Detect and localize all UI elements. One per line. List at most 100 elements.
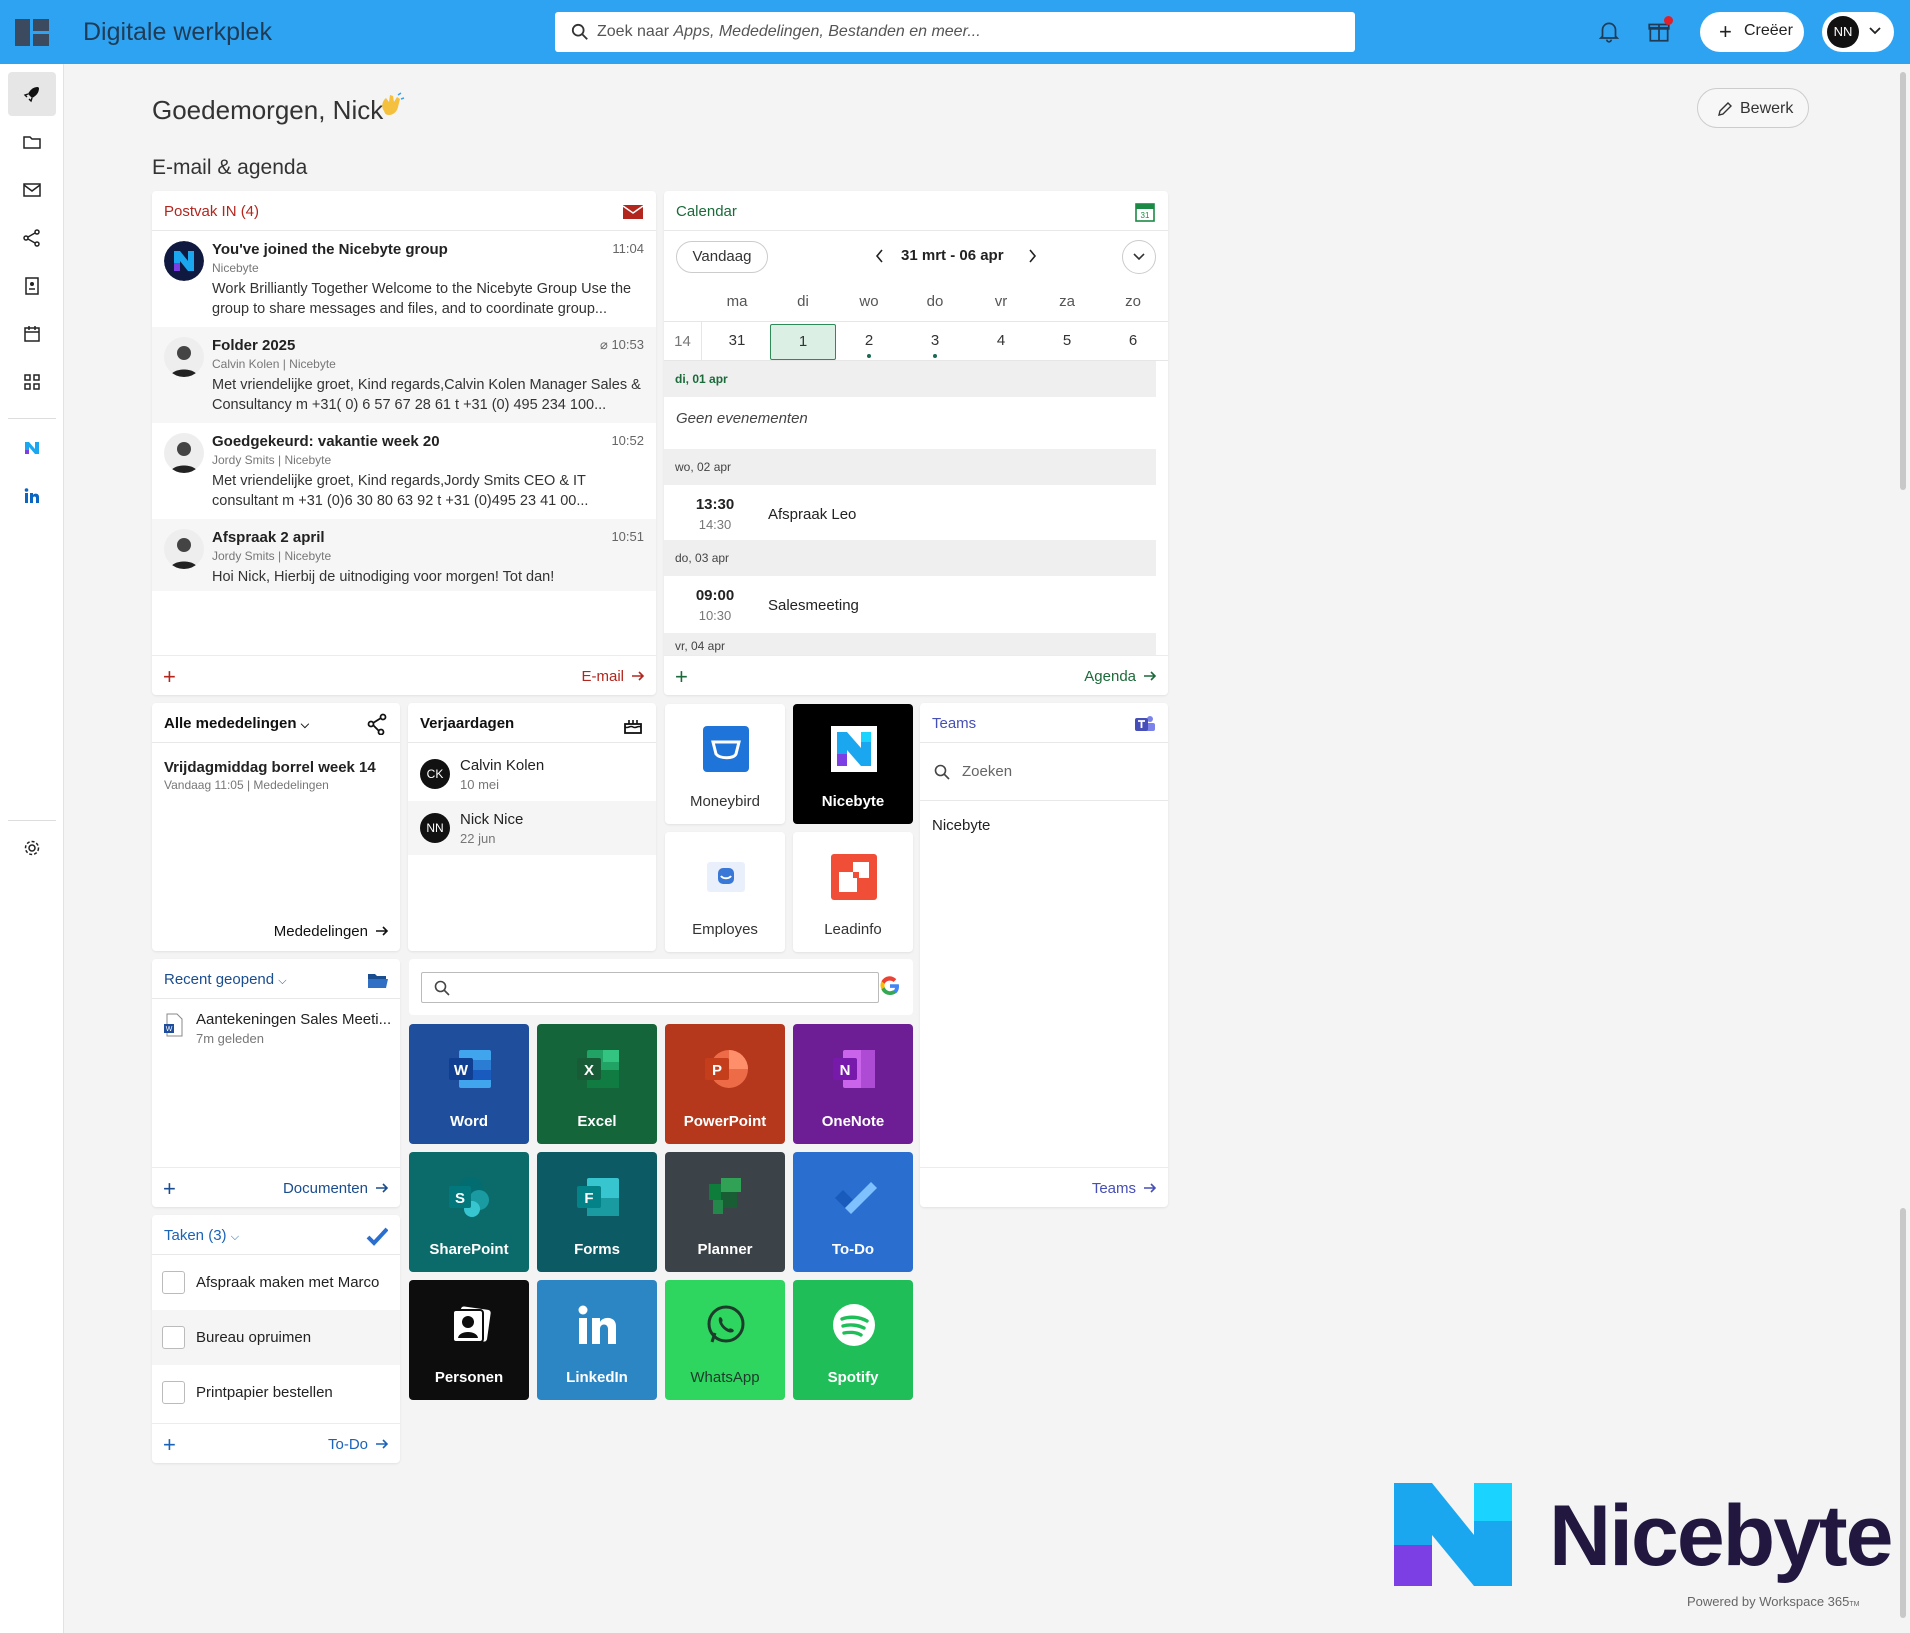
add-task-button[interactable]: + xyxy=(163,1432,176,1458)
week-strip: 14 31 1 2 3 4 5 6 xyxy=(664,321,1168,362)
announcement-title[interactable]: Vrijdagmiddag borrel week 14 xyxy=(164,759,376,776)
rail-item-settings[interactable] xyxy=(8,826,56,870)
event-title[interactable]: Salesmeeting xyxy=(768,597,859,614)
app-tile-people[interactable]: Personen xyxy=(409,1280,529,1400)
rail-item-home[interactable] xyxy=(8,72,56,116)
teams-title[interactable]: Teams xyxy=(932,715,976,732)
app-tile-moneybird[interactable]: Moneybird xyxy=(665,704,785,824)
day-header: do xyxy=(926,293,944,310)
task-checkbox[interactable] xyxy=(162,1381,185,1404)
app-tile-forms[interactable]: F Forms xyxy=(537,1152,657,1272)
email-link[interactable]: E-mail xyxy=(581,668,624,685)
birthday-item[interactable]: CK Calvin Kolen 10 mei xyxy=(408,747,656,801)
todo-link[interactable]: To-Do xyxy=(328,1436,368,1453)
app-tile-spotify[interactable]: Spotify xyxy=(793,1280,913,1400)
google-search-input[interactable] xyxy=(421,972,879,1003)
rail-item-apps[interactable] xyxy=(8,360,56,404)
agenda-link[interactable]: Agenda xyxy=(1084,668,1136,685)
google-icon[interactable] xyxy=(878,974,902,998)
task-name: Bureau opruimen xyxy=(196,1329,312,1346)
arrow-right-icon[interactable] xyxy=(374,923,390,939)
add-mail-button[interactable]: + xyxy=(163,664,176,690)
day-cell[interactable]: 3 xyxy=(902,322,968,362)
app-tile-planner[interactable]: Planner xyxy=(665,1152,785,1272)
chevron-left-icon[interactable] xyxy=(872,247,888,265)
envelope-icon[interactable] xyxy=(622,201,644,223)
task-item[interactable]: Afspraak maken met Marco xyxy=(152,1255,400,1310)
app-tile-sharepoint[interactable]: S SharePoint xyxy=(409,1152,529,1272)
app-tile-nicebyte[interactable]: Nicebyte xyxy=(793,704,913,824)
mail-item[interactable]: Afspraak 2 april 10:51 Jordy Smits | Nic… xyxy=(152,519,656,591)
app-tile-leadinfo[interactable]: Leadinfo xyxy=(793,832,913,952)
rail-item-contacts[interactable] xyxy=(8,264,56,308)
mail-item[interactable]: Folder 2025 ⌀ 10:53 Calvin Kolen | Niceb… xyxy=(152,327,656,423)
rail-item-calendar[interactable] xyxy=(8,312,56,356)
scrollbar[interactable] xyxy=(1900,72,1906,490)
task-item[interactable]: Bureau opruimen xyxy=(152,1310,400,1365)
app-tile-powerpoint[interactable]: P PowerPoint xyxy=(665,1024,785,1144)
arrow-right-icon[interactable] xyxy=(374,1436,390,1452)
task-checkbox[interactable] xyxy=(162,1326,185,1349)
day-cell[interactable]: 2 xyxy=(836,322,902,362)
teams-search-placeholder: Zoeken xyxy=(962,763,1013,780)
app-tile-employes[interactable]: Employes xyxy=(665,832,785,952)
rail-item-linkedin[interactable] xyxy=(8,474,56,518)
document-name[interactable]: Aantekeningen Sales Meeti... xyxy=(196,1011,391,1028)
day-cell[interactable]: 5 xyxy=(1034,322,1100,362)
tasks-title[interactable]: Taken (3) ⌵ xyxy=(164,1227,239,1244)
create-button[interactable]: + Creëer xyxy=(1700,12,1804,52)
rail-item-mail[interactable] xyxy=(8,168,56,212)
user-menu[interactable]: NN xyxy=(1822,12,1894,52)
calendar-title[interactable]: Calendar xyxy=(676,203,737,220)
bell-icon[interactable] xyxy=(1596,18,1622,44)
inbox-title[interactable]: Postvak IN (4) xyxy=(164,203,259,220)
mail-item[interactable]: You've joined the Nicebyte group 11:04 N… xyxy=(152,231,656,327)
day-cell-selected[interactable]: 1 xyxy=(770,324,836,360)
rail-item-files[interactable] xyxy=(8,120,56,164)
teams-icon[interactable] xyxy=(1134,713,1156,735)
teams-search-input[interactable]: Zoeken xyxy=(920,743,1168,801)
rail-item-share[interactable] xyxy=(8,216,56,260)
event-title[interactable]: Afspraak Leo xyxy=(768,506,856,523)
onenote-icon: N xyxy=(833,1050,875,1088)
scrollbar[interactable] xyxy=(1900,1208,1906,1618)
add-document-button[interactable]: + xyxy=(163,1176,176,1202)
avatar: NN xyxy=(1827,16,1859,48)
checkmark-icon[interactable] xyxy=(366,1225,388,1247)
calendar-icon[interactable]: 31 xyxy=(1134,201,1156,223)
documents-link[interactable]: Documenten xyxy=(283,1180,368,1197)
today-button[interactable]: Vandaag xyxy=(676,241,768,273)
arrow-right-icon[interactable] xyxy=(374,1180,390,1196)
svg-text:S: S xyxy=(455,1190,465,1207)
expand-calendar-button[interactable] xyxy=(1122,240,1156,274)
day-cell[interactable]: 4 xyxy=(968,322,1034,362)
app-tile-excel[interactable]: X Excel xyxy=(537,1024,657,1144)
recent-title[interactable]: Recent geopend ⌵ xyxy=(164,971,287,988)
app-tile-word[interactable]: W Word xyxy=(409,1024,529,1144)
day-cell[interactable]: 31 xyxy=(704,322,770,362)
share-icon[interactable] xyxy=(366,713,388,735)
edit-button[interactable]: Bewerk xyxy=(1697,88,1809,128)
app-tile-linkedin[interactable]: LinkedIn xyxy=(537,1280,657,1400)
workspace-logo-icon[interactable] xyxy=(15,19,49,46)
chevron-right-icon[interactable] xyxy=(1024,247,1040,265)
mail-item[interactable]: Goedgekeurd: vakantie week 20 10:52 Jord… xyxy=(152,423,656,519)
folder-open-icon[interactable] xyxy=(366,969,388,991)
app-tile-whatsapp[interactable]: WhatsApp xyxy=(665,1280,785,1400)
global-search-input[interactable]: Zoek naar Apps, Mededelingen, Bestanden … xyxy=(555,12,1355,52)
teams-link[interactable]: Teams xyxy=(1092,1180,1136,1197)
announcements-title[interactable]: Alle mededelingen ⌵ xyxy=(164,715,309,732)
rail-item-nicebyte[interactable] xyxy=(8,426,56,470)
arrow-right-icon[interactable] xyxy=(1142,668,1158,684)
birthday-item[interactable]: NN Nick Nice 22 jun xyxy=(408,801,656,855)
task-item[interactable]: Printpapier bestellen xyxy=(152,1365,400,1420)
app-tile-onenote[interactable]: N OneNote xyxy=(793,1024,913,1144)
arrow-right-icon[interactable] xyxy=(1142,1180,1158,1196)
app-tile-todo[interactable]: To-Do xyxy=(793,1152,913,1272)
team-item[interactable]: Nicebyte xyxy=(932,817,990,834)
day-cell[interactable]: 6 xyxy=(1100,322,1166,362)
add-event-button[interactable]: + xyxy=(675,664,688,690)
task-checkbox[interactable] xyxy=(162,1271,185,1294)
announcements-link[interactable]: Mededelingen xyxy=(274,923,368,940)
arrow-right-icon[interactable] xyxy=(630,668,646,684)
